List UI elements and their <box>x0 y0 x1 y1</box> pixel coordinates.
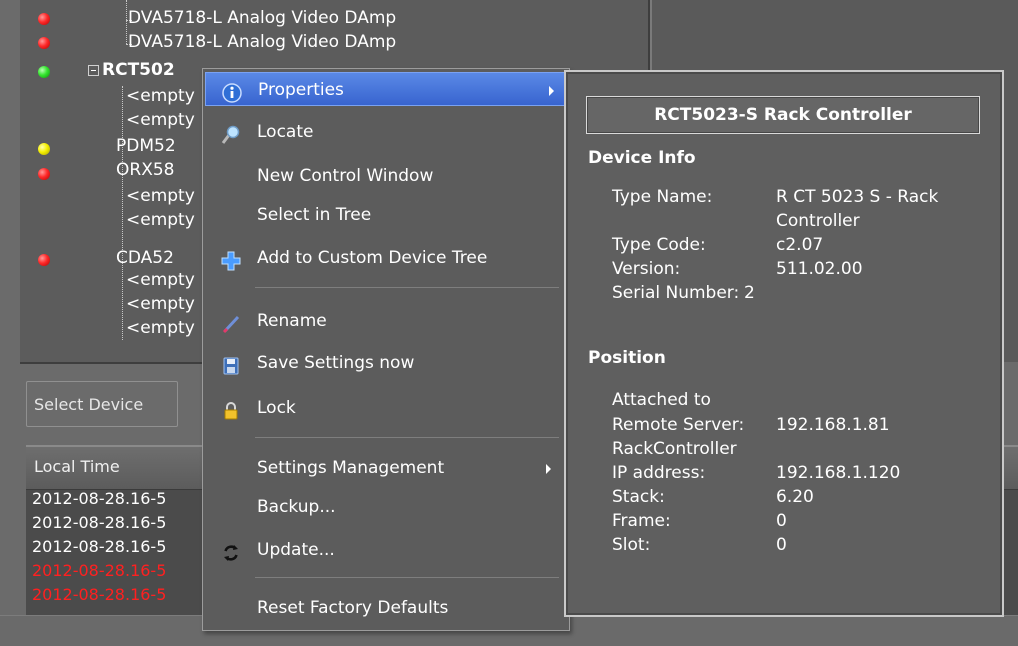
menu-item-label: Rename <box>257 311 327 331</box>
tree-item-empty[interactable]: <empty <box>126 318 195 338</box>
serial-number-value: 2 <box>744 283 755 303</box>
tree-item-empty[interactable]: <empty <box>126 294 195 314</box>
menu-item-reset-factory-defaults[interactable]: Reset Factory Defaults <box>205 591 567 625</box>
menu-item-label: Add to Custom Device Tree <box>257 248 488 268</box>
menu-separator <box>255 577 559 578</box>
frame-key: Frame: <box>612 511 671 531</box>
tree-item-dva5718-1[interactable]: DVA5718-L Analog Video DAmp <box>128 8 396 28</box>
tree-item-empty[interactable]: <empty <box>126 270 195 290</box>
menu-item-new-control-window[interactable]: New Control Window <box>205 159 567 193</box>
menu-item-label: Backup... <box>257 497 336 517</box>
attached-to-label: Attached to <box>612 390 711 410</box>
device-info-heading: Device Info <box>588 148 696 168</box>
status-dot-yellow <box>38 143 50 155</box>
menu-item-label: Save Settings now <box>257 353 415 373</box>
status-dot-green <box>38 66 50 78</box>
stack-key: Stack: <box>612 487 665 507</box>
tree-item-empty[interactable]: <empty <box>126 186 195 206</box>
log-row[interactable]: 2012-08-28.16-5 <box>32 513 166 532</box>
tree-guide-line <box>126 0 127 44</box>
menu-item-label: Reset Factory Defaults <box>257 598 449 618</box>
submenu-arrow-icon <box>549 86 554 96</box>
log-row[interactable]: 2012-08-28.16-5 <box>32 489 166 508</box>
type-code-key: Type Code: <box>612 235 706 255</box>
properties-popup: RCT5023-S Rack Controller Device Info Ty… <box>564 70 1004 617</box>
tree-item-pdm52[interactable]: PDM52 <box>116 136 176 156</box>
menu-item-label: Select in Tree <box>257 205 372 225</box>
remote-server-value: 192.168.1.81 <box>776 415 890 435</box>
status-dot-red <box>38 254 50 266</box>
floppy-disk-icon <box>221 354 241 375</box>
menu-item-locate[interactable]: Locate <box>205 115 567 149</box>
type-name-key: Type Name: <box>612 187 713 207</box>
menu-item-label: Lock <box>257 398 296 418</box>
menu-item-label: Locate <box>257 122 314 142</box>
menu-item-save-settings-now[interactable]: Save Settings now <box>205 346 567 380</box>
status-dot-red <box>38 168 50 180</box>
position-heading: Position <box>588 348 666 368</box>
padlock-icon <box>221 399 241 420</box>
type-name-value-line2: Controller <box>776 211 860 231</box>
menu-item-add-to-custom-device-tree[interactable]: Add to Custom Device Tree <box>205 241 567 275</box>
menu-item-lock[interactable]: Lock <box>205 391 567 425</box>
version-value: 511.02.00 <box>776 259 863 279</box>
remote-server-key: Remote Server: <box>612 415 745 435</box>
pencil-icon <box>221 312 241 334</box>
menu-item-update[interactable]: Update... <box>205 533 567 567</box>
menu-item-label: Settings Management <box>257 458 445 478</box>
stack-value: 6.20 <box>776 487 814 507</box>
tree-guide-line <box>122 86 123 340</box>
serial-number-key: Serial Number: <box>612 283 740 303</box>
popup-title: RCT5023-S Rack Controller <box>586 96 980 134</box>
status-dot-red <box>38 37 50 49</box>
ip-address-value: 192.168.1.120 <box>776 463 901 483</box>
tree-item-empty[interactable]: <empty <box>126 110 195 130</box>
menu-item-label: New Control Window <box>257 166 434 186</box>
type-name-value: R CT 5023 S - Rack <box>776 187 939 207</box>
frame-value: 0 <box>776 511 787 531</box>
slot-value: 0 <box>776 535 787 555</box>
info-icon <box>222 81 242 103</box>
refresh-icon <box>221 541 241 561</box>
tree-item-empty[interactable]: <empty <box>126 210 195 230</box>
tree-item-rct502[interactable]: RCT502 <box>102 60 175 80</box>
menu-item-label: Update... <box>257 540 335 560</box>
menu-item-properties[interactable]: Properties <box>205 72 567 106</box>
log-row[interactable]: 2012-08-28.16-5 <box>32 537 166 556</box>
plus-icon <box>221 249 241 271</box>
slot-key: Slot: <box>612 535 651 555</box>
column-header-local-time[interactable]: Local Time <box>34 457 120 476</box>
status-dot-red <box>38 13 50 25</box>
ip-address-key: IP address: <box>612 463 706 483</box>
magnifier-icon <box>221 123 241 144</box>
menu-separator <box>255 437 559 438</box>
type-code-value: c2.07 <box>776 235 824 255</box>
menu-item-rename[interactable]: Rename <box>205 304 567 338</box>
tree-item-orx58[interactable]: ORX58 <box>116 160 174 180</box>
menu-item-settings-management[interactable]: Settings Management <box>205 451 567 485</box>
tree-item-dva5718-2[interactable]: DVA5718-L Analog Video DAmp <box>128 32 396 52</box>
version-key: Version: <box>612 259 681 279</box>
select-device-button[interactable]: Select Device <box>26 381 178 427</box>
log-row[interactable]: 2012-08-28.16-5 <box>32 585 166 604</box>
tree-item-cda52[interactable]: CDA52 <box>116 248 174 268</box>
collapse-toggle-icon[interactable] <box>88 65 99 76</box>
menu-item-select-in-tree[interactable]: Select in Tree <box>205 198 567 232</box>
context-menu: Properties Locate New Control Window Sel… <box>202 68 570 631</box>
log-row[interactable]: 2012-08-28.16-5 <box>32 561 166 580</box>
menu-item-backup[interactable]: Backup... <box>205 490 567 524</box>
menu-separator <box>255 287 559 288</box>
menu-item-label: Properties <box>258 80 344 100</box>
submenu-arrow-icon <box>546 464 551 474</box>
rack-controller-label: RackController <box>612 439 737 459</box>
tree-item-empty[interactable]: <empty <box>126 86 195 106</box>
